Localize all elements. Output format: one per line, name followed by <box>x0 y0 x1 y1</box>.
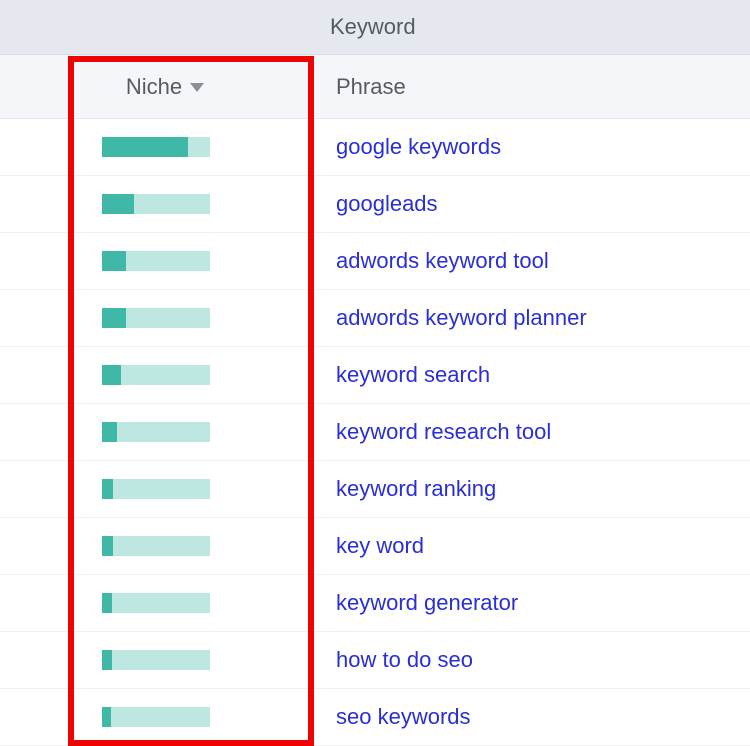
phrase-cell: how to do seo <box>330 647 750 673</box>
niche-bar-fill <box>102 422 117 442</box>
table-row: keyword search <box>0 347 750 404</box>
niche-bar-cell <box>0 404 330 460</box>
phrase-cell: googleads <box>330 191 750 217</box>
keyword-phrase-link[interactable]: keyword search <box>336 362 490 387</box>
niche-bar-cell <box>0 689 330 745</box>
table-row: keyword research tool <box>0 404 750 461</box>
keyword-group-label: Keyword <box>330 14 416 40</box>
niche-bar-cell <box>0 347 330 403</box>
niche-bar-background <box>102 422 210 442</box>
keyword-phrase-link[interactable]: googleads <box>336 191 438 216</box>
niche-bar-fill <box>102 365 121 385</box>
niche-bar-fill <box>102 650 112 670</box>
keyword-phrase-link[interactable]: google keywords <box>336 134 501 159</box>
niche-bar-background <box>102 593 210 613</box>
phrase-cell: keyword ranking <box>330 476 750 502</box>
phrase-cell: keyword generator <box>330 590 750 616</box>
keyword-phrase-link[interactable]: adwords keyword planner <box>336 305 587 330</box>
niche-bar-cell <box>0 176 330 232</box>
keyword-phrase-link[interactable]: keyword generator <box>336 590 518 615</box>
table-header-bar: Keyword <box>0 0 750 55</box>
niche-bar-cell <box>0 518 330 574</box>
niche-bar-fill <box>102 593 112 613</box>
table-row: key word <box>0 518 750 575</box>
niche-bar-background <box>102 365 210 385</box>
keyword-phrase-link[interactable]: adwords keyword tool <box>336 248 549 273</box>
keyword-phrase-link[interactable]: seo keywords <box>336 704 471 729</box>
keyword-table-container: Keyword Niche Phrase google keywordsgoog… <box>0 0 750 743</box>
table-body: google keywords googleads adwords keyword … <box>0 119 750 746</box>
table-row: keyword ranking <box>0 461 750 518</box>
niche-bar-background <box>102 308 210 328</box>
niche-bar-cell <box>0 290 330 346</box>
phrase-cell: key word <box>330 533 750 559</box>
niche-bar-fill <box>102 137 188 157</box>
table-row: adwords keyword tool <box>0 233 750 290</box>
keyword-phrase-link[interactable]: how to do seo <box>336 647 473 672</box>
sort-desc-icon <box>190 83 204 92</box>
niche-bar-cell <box>0 461 330 517</box>
table-row: how to do seo <box>0 632 750 689</box>
keyword-phrase-link[interactable]: keyword research tool <box>336 419 551 444</box>
phrase-cell: keyword search <box>330 362 750 388</box>
niche-bar-cell <box>0 119 330 175</box>
niche-bar-background <box>102 707 210 727</box>
niche-bar-cell <box>0 632 330 688</box>
phrase-cell: keyword research tool <box>330 419 750 445</box>
niche-bar-background <box>102 194 210 214</box>
keyword-phrase-link[interactable]: keyword ranking <box>336 476 496 501</box>
phrase-cell: google keywords <box>330 134 750 160</box>
phrase-cell: adwords keyword planner <box>330 305 750 331</box>
niche-bar-background <box>102 137 210 157</box>
keyword-phrase-link[interactable]: key word <box>336 533 424 558</box>
niche-bar-fill <box>102 194 134 214</box>
niche-bar-background <box>102 479 210 499</box>
table-row: keyword generator <box>0 575 750 632</box>
niche-bar-cell <box>0 575 330 631</box>
niche-bar-fill <box>102 308 126 328</box>
niche-bar-fill <box>102 479 113 499</box>
niche-column-label: Niche <box>126 74 182 100</box>
niche-bar-fill <box>102 536 113 556</box>
niche-column-header[interactable]: Niche <box>0 55 330 118</box>
phrase-cell: seo keywords <box>330 704 750 730</box>
table-row: adwords keyword planner <box>0 290 750 347</box>
table-row: seo keywords <box>0 689 750 746</box>
niche-bar-fill <box>102 707 111 727</box>
niche-bar-cell <box>0 233 330 289</box>
table-row: google keywords <box>0 119 750 176</box>
niche-bar-background <box>102 251 210 271</box>
niche-bar-fill <box>102 251 126 271</box>
niche-bar-background <box>102 650 210 670</box>
table-row: googleads <box>0 176 750 233</box>
niche-bar-background <box>102 536 210 556</box>
phrase-cell: adwords keyword tool <box>330 248 750 274</box>
phrase-column-header[interactable]: Phrase <box>330 74 406 100</box>
column-header-row: Niche Phrase <box>0 55 750 119</box>
